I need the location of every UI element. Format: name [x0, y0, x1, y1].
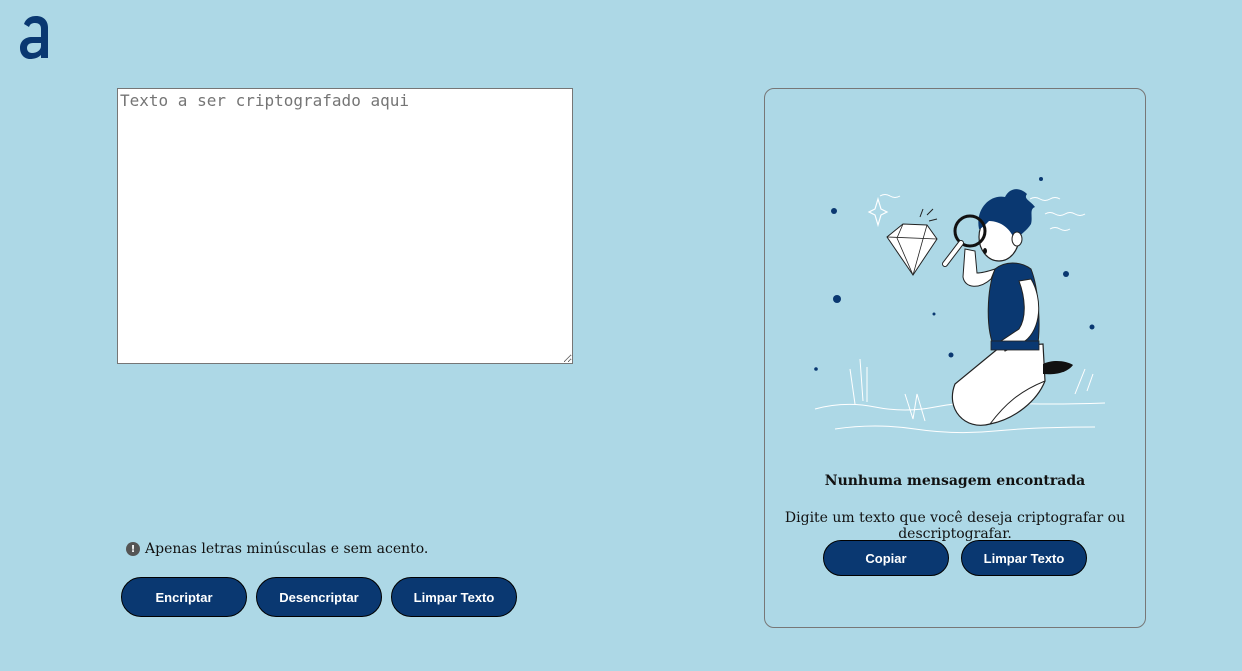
copy-button[interactable]: Copiar	[823, 540, 949, 576]
exclamation-circle-icon: !	[126, 542, 140, 556]
output-panel: Nunhuma mensagem encontrada Digite um te…	[764, 88, 1146, 628]
clear-output-button[interactable]: Limpar Texto	[961, 540, 1087, 576]
clear-input-button[interactable]: Limpar Texto	[391, 577, 517, 617]
decrypt-button[interactable]: Desencriptar	[256, 577, 382, 617]
encrypt-button[interactable]: Encriptar	[121, 577, 247, 617]
no-message-title: Nunhuma mensagem encontrada	[824, 473, 1086, 489]
warning-text: Apenas letras minúsculas e sem acento.	[145, 541, 429, 557]
alura-logo-icon[interactable]	[18, 14, 52, 60]
person-with-magnifying-glass-and-diamond-illustration	[814, 177, 1106, 434]
message-input[interactable]	[117, 88, 573, 364]
no-message-subtitle: Digite um texto que você deseja criptogr…	[784, 510, 1126, 542]
input-warning: ! Apenas letras minúsculas e sem acento.	[126, 541, 428, 557]
page: ! Apenas letras minúsculas e sem acento.…	[0, 0, 1242, 671]
